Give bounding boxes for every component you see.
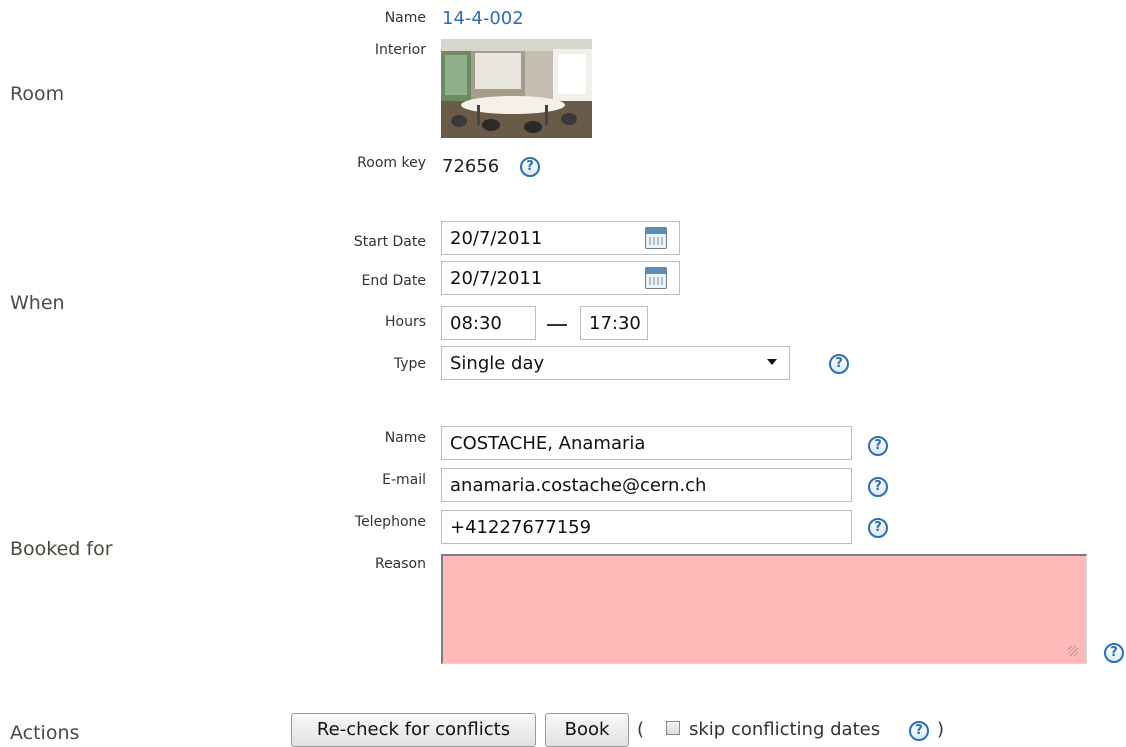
email-label: E-mail bbox=[382, 472, 426, 488]
skip-conflicts-label: skip conflicting dates bbox=[689, 719, 881, 740]
end-date-label: End Date bbox=[361, 273, 426, 289]
reason-textarea[interactable] bbox=[441, 554, 1087, 664]
type-select-value: Single day bbox=[450, 353, 545, 374]
hours-separator bbox=[547, 324, 567, 326]
reason-label: Reason bbox=[374, 556, 426, 572]
skip-conflicts-checkbox[interactable] bbox=[666, 721, 680, 735]
section-label-room: Room bbox=[10, 83, 65, 105]
reason-help-icon[interactable]: ? bbox=[1104, 643, 1124, 663]
telephone-help-icon[interactable]: ? bbox=[868, 518, 888, 538]
end-date-calendar-icon[interactable] bbox=[645, 267, 667, 289]
booked-name-help-icon[interactable]: ? bbox=[868, 436, 888, 456]
chevron-down-icon bbox=[767, 359, 777, 365]
room-name-link[interactable]: 14-4-002 bbox=[442, 8, 524, 29]
skip-conflicts-help-icon[interactable]: ? bbox=[909, 721, 929, 741]
recheck-conflicts-button[interactable]: Re-check for conflicts bbox=[291, 713, 536, 747]
book-button[interactable]: Book bbox=[545, 713, 629, 747]
room-key-value: 72656 bbox=[442, 156, 500, 177]
type-label: Type bbox=[393, 356, 426, 372]
room-interior-image bbox=[441, 39, 592, 138]
room-interior-photo[interactable] bbox=[441, 39, 592, 138]
start-date-label: Start Date bbox=[353, 234, 426, 250]
type-select[interactable]: Single day bbox=[441, 346, 790, 380]
booked-name-input[interactable]: COSTACHE, Anamaria bbox=[441, 426, 852, 460]
email-help-icon[interactable]: ? bbox=[868, 477, 888, 497]
section-label-booked-for: Booked for bbox=[10, 538, 113, 560]
email-input[interactable]: anamaria.costache@cern.ch bbox=[441, 468, 852, 502]
telephone-label: Telephone bbox=[354, 514, 426, 530]
hour-start-input[interactable]: 08:30 bbox=[441, 306, 536, 340]
hour-end-input[interactable]: 17:30 bbox=[580, 306, 648, 340]
room-interior-label: Interior bbox=[374, 42, 426, 58]
section-label-actions: Actions bbox=[10, 722, 80, 744]
room-name-label: Name bbox=[384, 10, 426, 26]
start-date-calendar-icon[interactable] bbox=[645, 227, 667, 249]
type-help-icon[interactable]: ? bbox=[829, 354, 849, 374]
section-label-when: When bbox=[10, 292, 65, 314]
telephone-input[interactable]: +41227677159 bbox=[441, 510, 852, 544]
room-key-help-icon[interactable]: ? bbox=[520, 157, 540, 177]
options-paren-open: ( bbox=[637, 719, 645, 740]
options-paren-close: ) bbox=[937, 719, 945, 740]
textarea-resize-handle[interactable] bbox=[1068, 646, 1078, 656]
hours-label: Hours bbox=[384, 314, 426, 330]
booked-name-label: Name bbox=[384, 430, 426, 446]
room-key-label: Room key bbox=[357, 155, 426, 171]
